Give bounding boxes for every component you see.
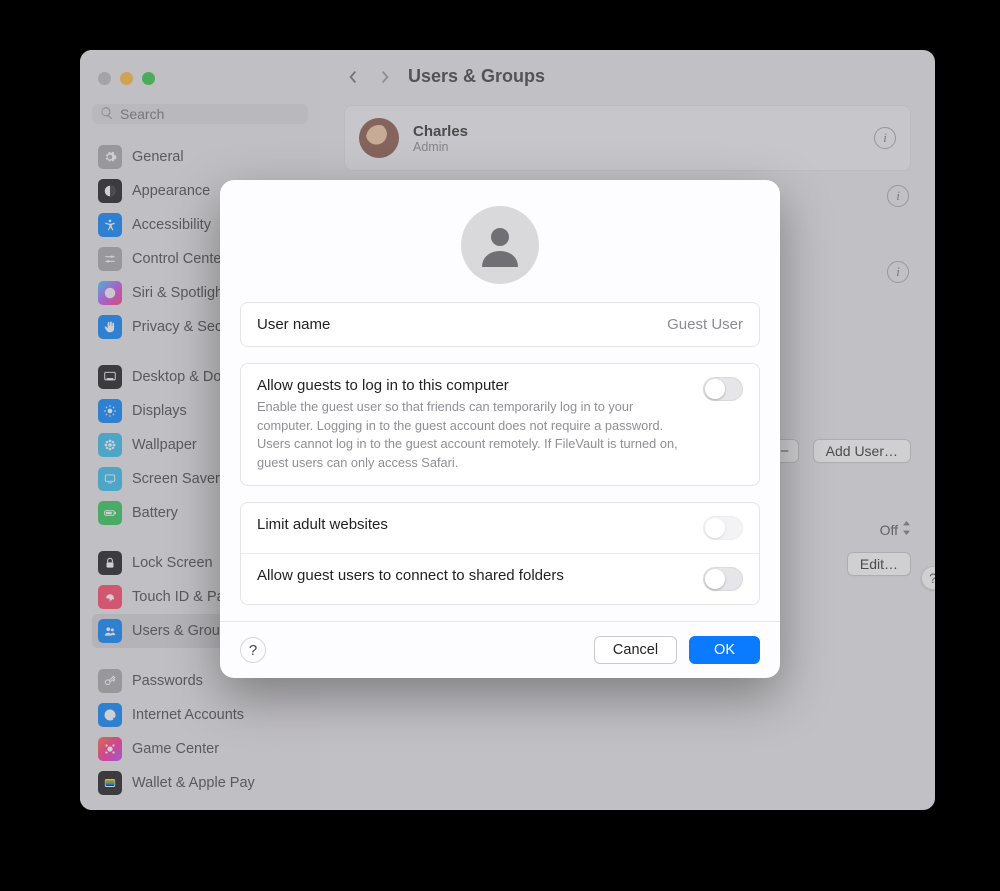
guest-user-sheet: User name Guest User Allow guests to log…	[220, 180, 780, 678]
shared-folders-toggle[interactable]	[703, 567, 743, 591]
limit-adult-toggle	[703, 516, 743, 540]
allow-login-desc: Enable the guest user so that friends ca…	[257, 398, 689, 472]
person-icon	[476, 221, 524, 269]
cancel-button[interactable]: Cancel	[594, 636, 677, 664]
allow-login-toggle[interactable]	[703, 377, 743, 401]
sheet-help-button[interactable]: ?	[240, 637, 266, 663]
restrictions-card: Limit adult websites Allow guest users t…	[240, 502, 760, 605]
username-card: User name Guest User	[240, 302, 760, 347]
allow-login-label: Allow guests to log in to this computer	[257, 377, 689, 394]
shared-folders-label: Allow guest users to connect to shared f…	[257, 567, 564, 584]
ok-button[interactable]: OK	[689, 636, 760, 664]
username-value: Guest User	[667, 316, 743, 333]
sheet-footer: ? Cancel OK	[220, 621, 780, 678]
guest-avatar	[461, 206, 539, 284]
username-label: User name	[257, 316, 330, 333]
allow-login-card: Allow guests to log in to this computer …	[240, 363, 760, 486]
limit-adult-label: Limit adult websites	[257, 516, 388, 533]
